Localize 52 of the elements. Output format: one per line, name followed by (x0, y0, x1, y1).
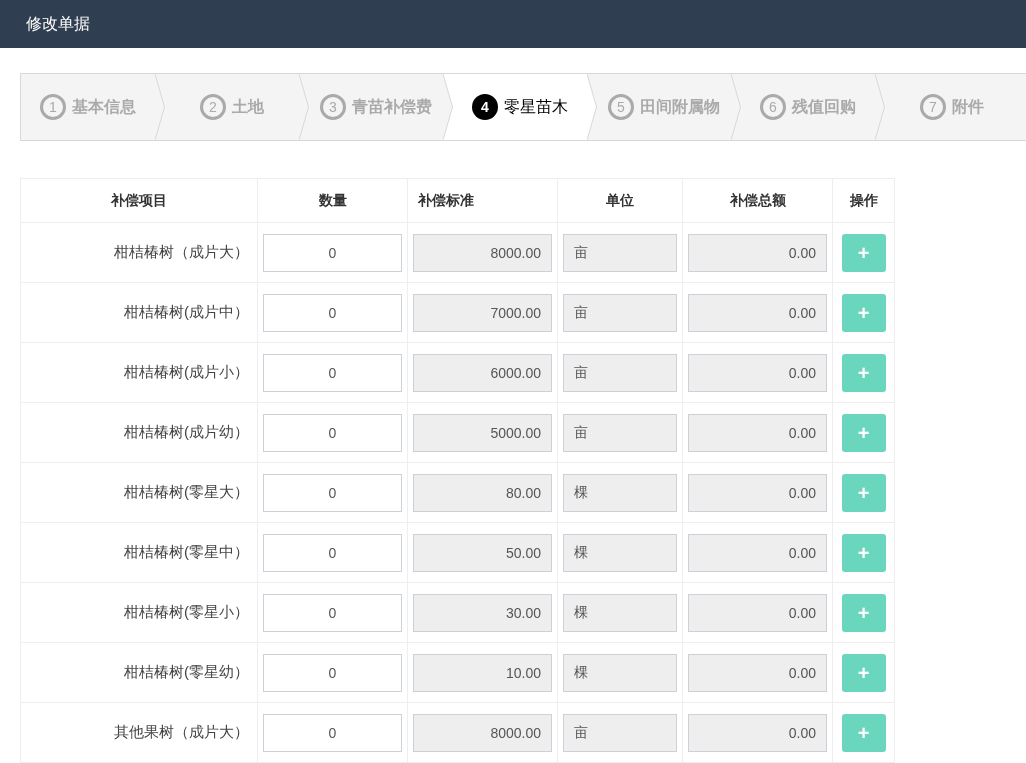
standard-field[interactable]: 30.00 (413, 593, 552, 632)
item-name: 柑桔椿树(零星中） (124, 543, 249, 561)
standard-field[interactable]: 7000.00 (413, 293, 552, 332)
standard-field[interactable]: 6000.00 (413, 353, 552, 392)
column-header: 补偿总额 (682, 178, 833, 223)
total-field[interactable]: 0.00 (688, 473, 827, 512)
quantity-field[interactable]: 0 (263, 593, 402, 632)
item-name: 柑桔椿树(零星大） (124, 483, 249, 501)
standard-field[interactable]: 50.00 (413, 533, 552, 572)
item-name: 柑桔椿树(零星幼） (124, 663, 249, 681)
quantity-field[interactable]: 0 (263, 413, 402, 452)
quantity-field[interactable]: 0 (263, 713, 402, 752)
unit-field[interactable]: 亩 (563, 293, 677, 332)
quantity-field[interactable]: 0 (263, 353, 402, 392)
unit-field[interactable]: 棵 (563, 653, 677, 692)
column-header: 操作 (832, 178, 895, 223)
standard-field[interactable]: 10.00 (413, 653, 552, 692)
total-field[interactable]: 0.00 (688, 413, 827, 452)
unit-field[interactable]: 棵 (563, 533, 677, 572)
unit-field[interactable]: 棵 (563, 473, 677, 512)
item-name: 柑桔椿树(成片幼） (124, 423, 249, 441)
quantity-field[interactable]: 0 (263, 293, 402, 332)
standard-field[interactable]: 5000.00 (413, 413, 552, 452)
total-field[interactable]: 0.00 (688, 533, 827, 572)
column-header: 补偿标准 (407, 178, 558, 223)
unit-field[interactable]: 亩 (563, 713, 677, 752)
item-name: 柑桔椿树（成片大） (114, 243, 249, 261)
window-title: 修改单据 (26, 14, 90, 34)
total-field[interactable]: 0.00 (688, 233, 827, 272)
item-name: 柑桔椿树(成片小） (124, 363, 249, 381)
total-field[interactable]: 0.00 (688, 653, 827, 692)
standard-field[interactable]: 8000.00 (413, 233, 552, 272)
total-field[interactable]: 0.00 (688, 353, 827, 392)
unit-field[interactable]: 棵 (563, 593, 677, 632)
quantity-field[interactable]: 0 (263, 533, 402, 572)
column-header: 数量 (257, 178, 408, 223)
total-field[interactable]: 0.00 (688, 293, 827, 332)
item-name: 其他果树（成片大） (114, 723, 249, 741)
unit-field[interactable]: 亩 (563, 353, 677, 392)
item-name: 柑桔椿树(成片中） (124, 303, 249, 321)
quantity-field[interactable]: 0 (263, 653, 402, 692)
quantity-field[interactable]: 0 (263, 473, 402, 512)
column-header: 补偿项目 (20, 178, 258, 223)
item-name: 柑桔椿树(零星小） (124, 603, 249, 621)
unit-field[interactable]: 亩 (563, 233, 677, 272)
standard-field[interactable]: 8000.00 (413, 713, 552, 752)
column-header: 单位 (557, 178, 683, 223)
unit-field[interactable]: 亩 (563, 413, 677, 452)
total-field[interactable]: 0.00 (688, 593, 827, 632)
quantity-field[interactable]: 0 (263, 233, 402, 272)
total-field[interactable]: 0.00 (688, 713, 827, 752)
standard-field[interactable]: 80.00 (413, 473, 552, 512)
